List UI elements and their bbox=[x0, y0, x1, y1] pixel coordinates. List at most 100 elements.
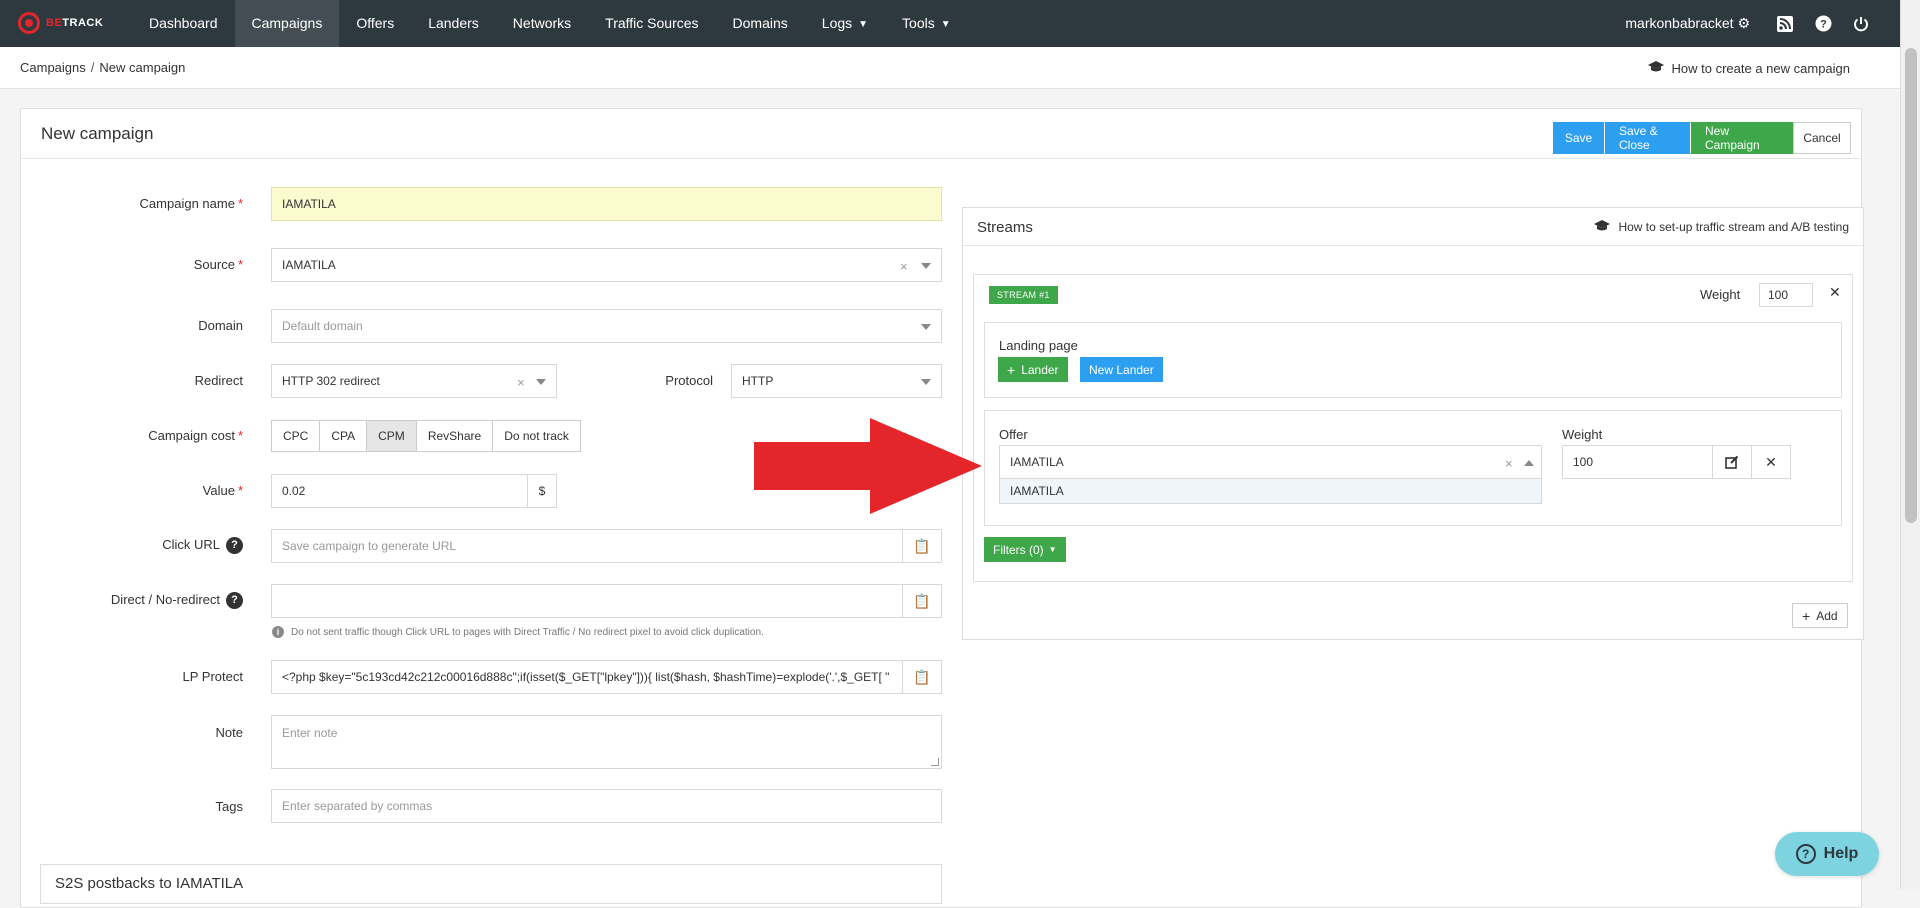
offer-dropdown-option[interactable]: IAMATILA bbox=[999, 478, 1542, 504]
close-icon: ✕ bbox=[1765, 453, 1777, 470]
copy-lp-protect-button[interactable]: 📋 bbox=[902, 660, 942, 694]
user-menu[interactable]: markonbabracket ⚙ bbox=[1625, 15, 1750, 32]
postbacks-title: S2S postbacks to IAMATILA bbox=[55, 875, 244, 892]
chevron-down-icon bbox=[921, 379, 931, 385]
landing-page-box: Landing page + Lander New Lander bbox=[984, 322, 1842, 398]
add-stream-button[interactable]: + Add bbox=[1792, 603, 1848, 628]
info-icon: i bbox=[272, 626, 284, 638]
lp-protect-label: LP Protect bbox=[182, 669, 243, 684]
stream-weight-label: Weight bbox=[1700, 287, 1741, 302]
streams-panel: Streams How to set-up traffic stream and… bbox=[962, 207, 1864, 640]
note-textarea[interactable]: Enter note bbox=[271, 715, 942, 769]
copy-direct-url-button[interactable]: 📋 bbox=[902, 584, 942, 618]
cost-do-not-track-button[interactable]: Do not track bbox=[492, 420, 581, 452]
copy-icon: 📋 bbox=[913, 592, 931, 609]
howto-streams-link[interactable]: How to set-up traffic stream and A/B tes… bbox=[1594, 219, 1849, 235]
page-title: New campaign bbox=[41, 124, 154, 143]
protocol-label: Protocol bbox=[665, 373, 713, 388]
chevron-down-icon: ▼ bbox=[858, 18, 869, 30]
cost-cpa-button[interactable]: CPA bbox=[319, 420, 368, 452]
offer-select[interactable]: IAMATILA × bbox=[999, 445, 1542, 479]
breadcrumb: Campaigns / New campaign bbox=[20, 60, 186, 75]
clear-icon[interactable]: × bbox=[900, 259, 908, 274]
cancel-button[interactable]: Cancel bbox=[1793, 122, 1851, 154]
nav-item-campaigns[interactable]: Campaigns bbox=[234, 0, 340, 47]
source-label: Source * bbox=[193, 257, 243, 272]
resize-handle[interactable] bbox=[931, 758, 939, 766]
value-input[interactable]: 0.02 bbox=[271, 474, 528, 508]
edit-offer-button[interactable] bbox=[1712, 445, 1752, 479]
chevron-down-icon bbox=[921, 263, 931, 269]
breadcrumb-current: New campaign bbox=[99, 60, 186, 75]
howto-create-campaign-link[interactable]: How to create a new campaign bbox=[1647, 60, 1850, 76]
campaign-cost-group: CPC CPA CPM RevShare Do not track bbox=[271, 420, 581, 452]
stream-badge: STREAM #1 bbox=[989, 286, 1058, 304]
click-url-input[interactable]: Save campaign to generate URL bbox=[271, 529, 903, 563]
nav-item-dashboard[interactable]: Dashboard bbox=[132, 0, 235, 47]
chevron-up-icon bbox=[1524, 460, 1534, 466]
chevron-down-icon bbox=[921, 324, 931, 330]
lp-protect-input[interactable]: <?php $key="5c193cd42c212c00016d888c";if… bbox=[271, 660, 903, 694]
save-button[interactable]: Save bbox=[1553, 122, 1604, 154]
currency-addon: $ bbox=[527, 474, 557, 508]
tags-input[interactable]: Enter separated by commas bbox=[271, 789, 942, 823]
nav-item-tools[interactable]: Tools ▼ bbox=[885, 0, 968, 47]
save-close-button[interactable]: Save & Close bbox=[1604, 122, 1690, 154]
red-arrow-annotation bbox=[754, 418, 982, 514]
new-campaign-button[interactable]: New Campaign bbox=[1690, 122, 1793, 154]
nav-item-traffic-sources[interactable]: Traffic Sources bbox=[588, 0, 715, 47]
source-select[interactable]: IAMATILA × bbox=[271, 248, 942, 282]
click-url-label: Click URL? bbox=[13, 537, 243, 555]
copy-icon: 📋 bbox=[913, 668, 931, 685]
direct-hint: i Do not sent traffic though Click URL to… bbox=[272, 626, 764, 638]
vertical-scrollbar[interactable] bbox=[1900, 0, 1920, 889]
note-label: Note bbox=[215, 725, 243, 740]
cost-cpc-button[interactable]: CPC bbox=[271, 420, 321, 452]
direct-url-input[interactable] bbox=[271, 584, 903, 618]
new-lander-button[interactable]: New Lander bbox=[1080, 357, 1163, 382]
campaign-name-input[interactable]: IAMATILA bbox=[271, 187, 942, 221]
offer-label: Offer bbox=[999, 427, 1028, 442]
logo[interactable]: BETRACK bbox=[18, 12, 108, 34]
question-icon[interactable]: ? bbox=[226, 537, 243, 555]
rss-icon[interactable] bbox=[1766, 0, 1804, 47]
question-icon[interactable]: ? bbox=[226, 592, 243, 610]
cost-revshare-button[interactable]: RevShare bbox=[415, 420, 494, 452]
scrollbar-thumb[interactable] bbox=[1905, 48, 1917, 523]
nav-item-domains[interactable]: Domains bbox=[716, 0, 805, 47]
domain-select[interactable]: Default domain bbox=[271, 309, 942, 343]
logo-icon bbox=[18, 12, 40, 34]
nav-item-offers[interactable]: Offers bbox=[339, 0, 411, 47]
graduation-cap-icon bbox=[1594, 219, 1611, 235]
stream-weight-input[interactable]: 100 bbox=[1759, 283, 1813, 307]
breadcrumb-campaigns[interactable]: Campaigns bbox=[20, 60, 86, 75]
help-button[interactable]: ? Help bbox=[1775, 832, 1879, 876]
question-icon: ? bbox=[1795, 844, 1816, 864]
filters-button[interactable]: Filters (0) ▼ bbox=[984, 537, 1066, 562]
postbacks-panel: S2S postbacks to IAMATILA bbox=[40, 864, 942, 904]
power-icon[interactable] bbox=[1842, 0, 1880, 47]
chevron-down-icon: ▼ bbox=[940, 18, 951, 30]
add-lander-button[interactable]: + Lander bbox=[998, 357, 1068, 382]
cost-cpm-button[interactable]: CPM bbox=[366, 420, 417, 452]
plus-icon: + bbox=[1007, 361, 1016, 378]
value-label: Value * bbox=[202, 483, 243, 498]
offer-weight-label: Weight bbox=[1562, 427, 1603, 442]
campaign-name-label: Campaign name * bbox=[139, 196, 243, 211]
plus-icon: + bbox=[1802, 607, 1811, 624]
remove-stream-icon[interactable]: ✕ bbox=[1829, 284, 1841, 301]
nav-item-networks[interactable]: Networks bbox=[496, 0, 588, 47]
copy-click-url-button[interactable]: 📋 bbox=[902, 529, 942, 563]
domain-label: Domain bbox=[198, 318, 243, 333]
nav-item-logs[interactable]: Logs ▼ bbox=[805, 0, 885, 47]
breadcrumb-bar: Campaigns / New campaign How to create a n… bbox=[0, 47, 1900, 89]
landing-page-label: Landing page bbox=[999, 338, 1078, 353]
nav-item-landers[interactable]: Landers bbox=[411, 0, 496, 47]
protocol-select[interactable]: HTTP bbox=[731, 364, 942, 398]
clear-icon[interactable]: × bbox=[1505, 456, 1513, 471]
copy-icon: 📋 bbox=[913, 537, 931, 554]
question-icon[interactable]: ? bbox=[1804, 0, 1842, 47]
stream-card: STREAM #1 Weight 100 ✕ Landing page + Lan… bbox=[973, 274, 1853, 582]
offer-weight-input[interactable]: 100 bbox=[1562, 445, 1713, 479]
remove-offer-button[interactable]: ✕ bbox=[1751, 445, 1791, 479]
